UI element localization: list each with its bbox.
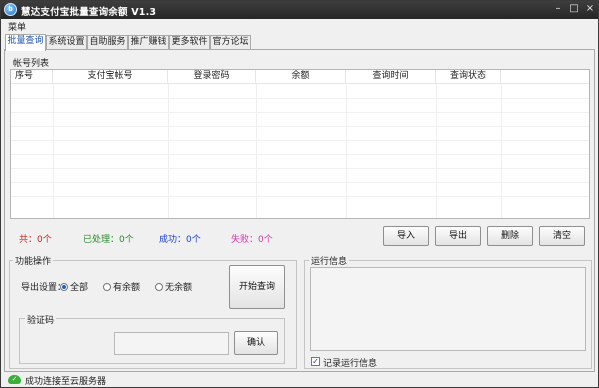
title-bar[interactable]: b 慧达支付宝批量查询余额 V1.3 – □ × xyxy=(1,1,598,19)
stat-success: 成功：0个 xyxy=(159,235,201,245)
start-query-button[interactable]: 开始查询 xyxy=(229,265,285,309)
column-balance[interactable]: 余额 xyxy=(256,70,346,84)
stat-processed: 已处理：0个 xyxy=(83,235,134,245)
maximize-icon[interactable]: □ xyxy=(567,3,581,16)
tab-promote[interactable]: 推广赚钱 xyxy=(128,35,169,50)
menu-bar: 菜单 xyxy=(1,19,598,33)
grid-header: 序号 支付宝帐号 登录密码 余额 查询时间 查询状态 xyxy=(11,70,589,84)
tab-batch-query[interactable]: 批量查询 xyxy=(5,34,46,51)
stat-failed: 失败：0个 xyxy=(231,235,273,245)
stat-total: 共：0个 xyxy=(19,235,52,245)
captcha-input[interactable] xyxy=(114,332,229,355)
radio-no-balance-label: 无余额 xyxy=(165,283,193,293)
account-grid[interactable]: 序号 支付宝帐号 登录密码 余额 查询时间 查询状态 xyxy=(10,69,590,219)
tab-system-settings[interactable]: 系统设置 xyxy=(46,35,87,50)
record-log-label: 记录运行信息 xyxy=(323,359,378,369)
radio-has-balance-dot[interactable] xyxy=(103,283,111,291)
app-logo-icon: b xyxy=(4,3,17,16)
import-button[interactable]: 导入 xyxy=(383,226,429,246)
column-index[interactable]: 序号 xyxy=(11,70,53,84)
confirm-button[interactable]: 确认 xyxy=(234,331,278,355)
radio-all[interactable]: 全部 xyxy=(60,280,88,293)
menu-item-menu[interactable]: 菜单 xyxy=(8,20,26,33)
column-query-status[interactable]: 查询状态 xyxy=(436,70,501,84)
column-login-password[interactable]: 登录密码 xyxy=(168,70,256,84)
run-info-label: 运行信息 xyxy=(309,254,350,267)
app-window: b 慧达支付宝批量查询余额 V1.3 – □ × 菜单 批量查询 系统设置 自助… xyxy=(0,0,599,388)
radio-no-balance[interactable]: 无余额 xyxy=(155,280,192,293)
column-query-time[interactable]: 查询时间 xyxy=(346,70,436,84)
delete-button[interactable]: 删除 xyxy=(487,226,533,246)
captcha-label: 验证码 xyxy=(25,313,57,326)
account-list-label: 帐号列表 xyxy=(11,56,52,69)
tab-more-software[interactable]: 更多软件 xyxy=(169,35,210,50)
radio-has-balance-label: 有余额 xyxy=(113,283,141,293)
column-alipay-account[interactable]: 支付宝帐号 xyxy=(53,70,168,84)
record-log-checkbox[interactable]: ✓ xyxy=(311,357,320,366)
tab-self-service[interactable]: 自助服务 xyxy=(87,35,128,50)
export-button[interactable]: 导出 xyxy=(435,226,481,246)
status-bar: ✓ 成功连接至云服务器 xyxy=(1,372,598,387)
clear-button[interactable]: 清空 xyxy=(539,226,585,246)
close-icon[interactable]: × xyxy=(583,3,597,16)
radio-no-balance-dot[interactable] xyxy=(155,283,163,291)
status-text: 成功连接至云服务器 xyxy=(25,377,107,387)
function-ops-label: 功能操作 xyxy=(13,254,54,267)
radio-has-balance[interactable]: 有余额 xyxy=(103,280,140,293)
run-info-log[interactable] xyxy=(310,267,586,351)
radio-all-dot[interactable] xyxy=(60,283,68,291)
radio-all-label: 全部 xyxy=(70,283,89,293)
tab-official-forum[interactable]: 官方论坛 xyxy=(210,35,251,50)
cloud-check-icon: ✓ xyxy=(8,375,21,384)
minimize-icon[interactable]: – xyxy=(551,3,565,16)
window-title: 慧达支付宝批量查询余额 V1.3 xyxy=(21,7,157,18)
